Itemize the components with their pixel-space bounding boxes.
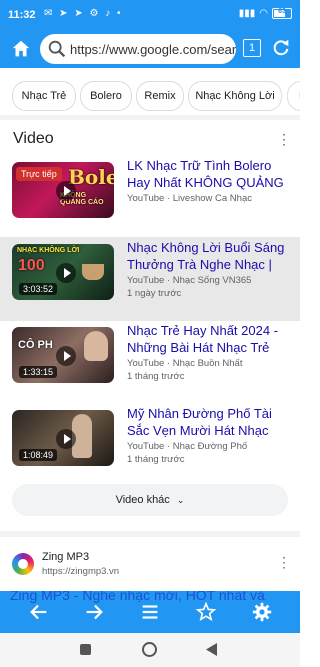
video-duration: 1:08:49 bbox=[19, 449, 58, 461]
settings-icon: ⚙ bbox=[89, 8, 101, 19]
video-item[interactable]: 1:08:49 Mỹ Nhân Đường Phố Tài Sắc Vẹn Mư… bbox=[0, 403, 300, 487]
thumb-subtitle: NHẠC KHÔNG LỜI bbox=[17, 247, 80, 254]
tab-count-button[interactable]: 1 bbox=[243, 39, 261, 57]
system-icons: ▮▮▮ ◠ 63 bbox=[239, 8, 292, 19]
video-title[interactable]: LK Nhạc Trữ Tình Bolero Hay Nhất KHÔNG Q… bbox=[127, 157, 287, 191]
home-circle-icon[interactable] bbox=[142, 642, 157, 657]
thumb-title: 100 bbox=[18, 257, 45, 274]
more-videos-button[interactable]: Video khác ⌄ bbox=[12, 484, 288, 516]
bookmark-star-icon[interactable] bbox=[195, 601, 217, 623]
play-icon bbox=[56, 429, 76, 449]
wifi-icon: ◠ bbox=[259, 8, 268, 19]
back-triangle-icon[interactable] bbox=[206, 643, 218, 656]
bottom-toolbar: Zing MP3 - Nghe nhạc mới, HOT nhất và bbox=[0, 591, 300, 633]
telegram-icon: ➤ bbox=[59, 8, 70, 19]
battery-level: 63 bbox=[278, 8, 286, 15]
back-icon[interactable] bbox=[28, 601, 50, 623]
dot-icon: • bbox=[117, 8, 123, 19]
chip-nhac-tre[interactable]: Nhạc Trẻ bbox=[12, 81, 76, 111]
recent-apps-icon[interactable] bbox=[80, 644, 91, 655]
messenger-icon: ✉ bbox=[44, 8, 55, 19]
video-title[interactable]: Nhạc Trẻ Hay Nhất 2024 - Những Bài Hát N… bbox=[127, 322, 287, 356]
video-item[interactable]: Trực tiếp Bole KHÔNG QUẢNG CÁO LK Nhạc T… bbox=[0, 155, 300, 239]
bell-icon: ♪ bbox=[105, 8, 113, 19]
teacup-graphic bbox=[82, 264, 104, 280]
battery-icon: 63 bbox=[272, 8, 292, 19]
video-date: 1 tháng trước bbox=[127, 371, 185, 382]
video-duration: 3:03:52 bbox=[19, 283, 58, 295]
chip-remix[interactable]: Remix bbox=[136, 81, 184, 111]
result-site-name[interactable]: Zing MP3 bbox=[42, 551, 89, 563]
chip-nhac-khong-loi[interactable]: Nhạc Không Lời bbox=[188, 81, 282, 111]
video-item[interactable]: CÔ PH 1:33:15 Nhạc Trẻ Hay Nhất 2024 - N… bbox=[0, 320, 300, 404]
singer-graphic bbox=[84, 331, 108, 361]
thumb-title: Bole bbox=[68, 165, 114, 189]
play-icon bbox=[56, 181, 76, 201]
video-source: YouTube · Nhạc Đường Phố bbox=[127, 441, 248, 452]
video-title[interactable]: Mỹ Nhân Đường Phố Tài Sắc Vẹn Mười Hát N… bbox=[127, 405, 287, 439]
video-source: YouTube · Liveshow Ca Nhạc bbox=[127, 193, 252, 204]
chevron-down-icon: ⌄ bbox=[176, 495, 185, 505]
system-nav-bar bbox=[0, 633, 300, 667]
zingmp3-logo-icon bbox=[12, 553, 34, 575]
chip-bolero[interactable]: Bolero bbox=[80, 81, 132, 111]
url-text[interactable]: https://www.google.com/search?q=nhac bbox=[70, 42, 236, 57]
status-bar: 11:32 ✉ ➤ ➤ ⚙ ♪ • ▮▮▮ ◠ 63 bbox=[0, 0, 300, 30]
divider bbox=[0, 531, 300, 537]
video-item[interactable]: NHẠC KHÔNG LỜI 100 3:03:52 Nhạc Không Lờ… bbox=[0, 237, 300, 321]
video-section-title: Video bbox=[13, 130, 54, 147]
status-time: 11:32 bbox=[8, 9, 36, 21]
browser-toolbar: https://www.google.com/search?q=nhac 1 bbox=[0, 30, 300, 68]
filter-chips: Nhạc Trẻ Bolero Remix Nhạc Không Lời N bbox=[0, 75, 300, 115]
menu-icon[interactable] bbox=[139, 601, 161, 623]
telegram-icon: ➤ bbox=[74, 8, 85, 19]
video-thumbnail[interactable]: NHẠC KHÔNG LỜI 100 3:03:52 bbox=[12, 244, 114, 300]
play-icon bbox=[56, 346, 76, 366]
reload-icon[interactable] bbox=[270, 37, 292, 59]
video-date: 1 tháng trước bbox=[127, 454, 185, 465]
divider bbox=[0, 115, 300, 120]
play-icon bbox=[56, 263, 76, 283]
more-videos-label: Video khác bbox=[115, 494, 170, 506]
forward-icon[interactable] bbox=[83, 601, 105, 623]
video-thumbnail[interactable]: CÔ PH 1:33:15 bbox=[12, 327, 114, 383]
settings-gear-icon[interactable] bbox=[251, 601, 273, 623]
signal-icon: ▮▮▮ bbox=[238, 8, 256, 19]
video-thumbnail[interactable]: 1:08:49 bbox=[12, 410, 114, 466]
address-bar[interactable]: https://www.google.com/search?q=nhac bbox=[40, 34, 236, 64]
video-source: YouTube · Nhạc Sống VN365 bbox=[127, 275, 252, 286]
video-duration: 1:33:15 bbox=[19, 366, 58, 378]
more-options-icon[interactable]: ⋮ bbox=[277, 553, 291, 571]
more-options-icon[interactable]: ⋮ bbox=[277, 130, 291, 148]
home-icon[interactable] bbox=[10, 38, 32, 60]
video-thumbnail[interactable]: Trực tiếp Bole KHÔNG QUẢNG CÁO bbox=[12, 162, 114, 218]
video-title[interactable]: Nhạc Không Lời Buổi Sáng Thưởng Trà Nghe… bbox=[127, 239, 287, 273]
search-icon bbox=[48, 40, 66, 58]
chip-more[interactable]: N bbox=[287, 81, 300, 111]
result-site-url: https://zingmp3.vn bbox=[42, 566, 120, 577]
thumb-title: CÔ PH bbox=[18, 339, 53, 351]
video-date: 1 ngày trước bbox=[127, 288, 182, 299]
video-source: YouTube · Nhạc Buồn Nhất bbox=[127, 358, 243, 369]
live-badge: Trực tiếp bbox=[16, 167, 62, 181]
notification-icons: ✉ ➤ ➤ ⚙ ♪ • bbox=[44, 8, 123, 19]
